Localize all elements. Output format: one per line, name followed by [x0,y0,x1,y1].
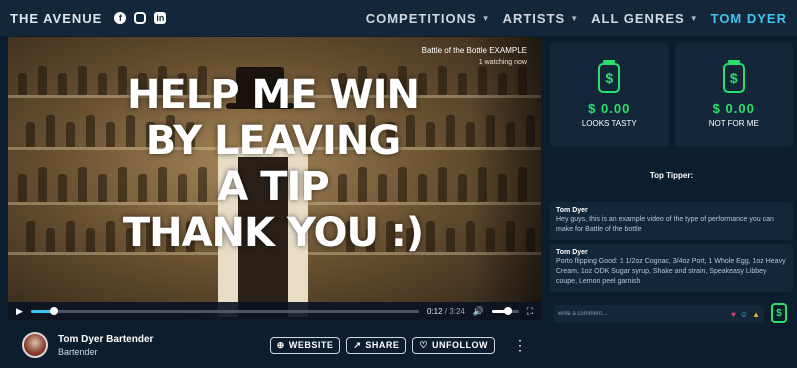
money-jar-icon: $ [722,59,745,93]
tip-jar-button[interactable]: $ [771,303,787,323]
heart-icon[interactable]: ♥ [731,310,736,319]
chevron-down-icon: ▼ [689,13,699,23]
channel-name[interactable]: Tom Dyer Bartender [58,334,153,345]
nav-competitions-label: COMPETITIONS [365,10,477,26]
time-display: 0:12 / 3:24 [427,307,465,316]
video-title-block: Battle of the Bottle EXAMPLE 1 watching … [422,45,527,69]
bottle [66,122,75,147]
comment-author[interactable]: Tom Dyer [556,207,787,214]
bottle [18,73,27,95]
bottle [18,174,27,202]
instagram-icon[interactable] [134,12,147,24]
nav-all-genres[interactable]: ALL GENRES ▼ [591,11,698,26]
globe-icon: ⊕ [276,339,285,350]
share-button[interactable]: ↗ SHARE [346,336,407,354]
comment-bar: ♥ ☺ ▲ [554,305,764,323]
channel-actions: ⊕ WEBSITE ↗ SHARE ♡ UNFOLLOW ⋮ [269,336,527,354]
nav-artists-label: ARTISTS [502,10,566,26]
share-label: SHARE [365,340,400,350]
channel-info: Tom Dyer Bartender Bartender [58,334,153,357]
more-options-icon[interactable]: ⋮ [513,337,527,354]
video-overlay-text: HELP ME WIN BY LEAVING A TIP THANK YOU :… [78,72,468,256]
comment-item: Tom Dyer Hey guys, this is an example vi… [550,202,793,240]
overlay-line: A TIP [217,164,329,210]
video-controls: ▶ 0:12 / 3:24 🔊 ⛶ [8,302,541,320]
fire-icon[interactable]: ▲ [752,310,760,319]
volume-slider[interactable] [492,306,519,315]
website-label: WEBSITE [288,340,334,350]
user-menu[interactable]: TOM DYER [711,11,787,26]
avatar[interactable] [22,332,48,358]
overlay-line: THANK YOU :) [122,210,424,256]
heart-icon: ♡ [419,339,428,350]
nav-competitions[interactable]: COMPETITIONS ▼ [366,11,491,26]
channel-bar: Tom Dyer Bartender Bartender ⊕ WEBSITE ↗… [8,322,541,368]
website-button[interactable]: ⊕ WEBSITE [269,336,341,354]
social-links: f in [114,12,167,24]
fullscreen-icon[interactable]: ⛶ [527,306,533,317]
progress-thumb[interactable] [49,306,58,315]
bottle [66,221,75,252]
comment-text: Porto flipping Good: 1 1/2oz Cognac, 3/4… [556,258,786,285]
chevron-down-icon: ▼ [570,13,580,23]
volume-icon[interactable]: 🔊 [473,306,484,317]
bottle [58,73,67,95]
tip-jars: $ $ 0.00 LOOKS TASTY $ $ 0.00 NOT FOR ME [546,37,797,147]
comment-item: Tom Dyer Porto flipping Good: 1 1/2oz Co… [550,244,793,292]
overlay-line: BY LEAVING [145,118,401,164]
linkedin-icon[interactable]: in [154,12,167,24]
bottle [46,115,55,147]
current-time: 0:12 [426,306,443,316]
progress-bar[interactable] [30,306,419,315]
tip-sidebar: $ $ 0.00 LOOKS TASTY $ $ 0.00 NOT FOR ME… [546,37,797,368]
comment-input[interactable] [558,311,728,317]
comment-author[interactable]: Tom Dyer [556,249,787,256]
watching-count: 1 watching now [478,59,527,66]
share-icon: ↗ [353,339,362,350]
bottle [46,228,55,252]
overlay-line: HELP ME WIN [126,72,420,118]
bottle [38,167,47,202]
bottle [26,221,35,252]
tip-amount: $ 0.00 [588,100,631,116]
money-jar-icon: $ [598,59,621,93]
brand-logo[interactable]: THE AVENUE [10,11,102,26]
facebook-icon[interactable]: f [114,12,127,24]
video-title: Battle of the Bottle EXAMPLE [421,46,527,55]
bottle [58,174,67,202]
tip-amount: $ 0.00 [712,100,755,116]
bottle [26,122,35,147]
bottle [38,66,47,95]
duration: 3:24 [449,306,465,316]
tip-jar-label: LOOKS TASTY [581,118,637,128]
tip-jar-label: NOT FOR ME [708,118,759,128]
nav-artists[interactable]: ARTISTS ▼ [503,11,580,26]
emoji-icon[interactable]: ☺ [740,310,748,319]
tip-jar-not-for-me[interactable]: $ $ 0.00 NOT FOR ME [674,43,793,147]
unfollow-label: UNFOLLOW [432,340,488,350]
volume-thumb[interactable] [504,306,513,315]
video-vignette [471,37,541,320]
main-nav: COMPETITIONS ▼ ARTISTS ▼ ALL GENRES ▼ TO… [366,11,787,26]
top-tipper-title: Top Tipper: [649,171,694,180]
comment-text: Hey guys, this is an example video of th… [556,216,774,233]
nav-all-genres-label: ALL GENRES [591,10,685,26]
top-navigation-bar: THE AVENUE f in COMPETITIONS ▼ ARTISTS ▼… [0,0,797,36]
tip-jar-looks-tasty[interactable]: $ $ 0.00 LOOKS TASTY [550,43,669,147]
video-player[interactable]: HELP ME WIN BY LEAVING A TIP THANK YOU :… [8,37,541,320]
channel-role: Bartender [58,346,98,357]
play-icon[interactable]: ▶ [16,306,23,317]
time-separator: / [444,306,448,316]
unfollow-button[interactable]: ♡ UNFOLLOW [412,336,495,354]
chevron-down-icon: ▼ [481,13,491,23]
